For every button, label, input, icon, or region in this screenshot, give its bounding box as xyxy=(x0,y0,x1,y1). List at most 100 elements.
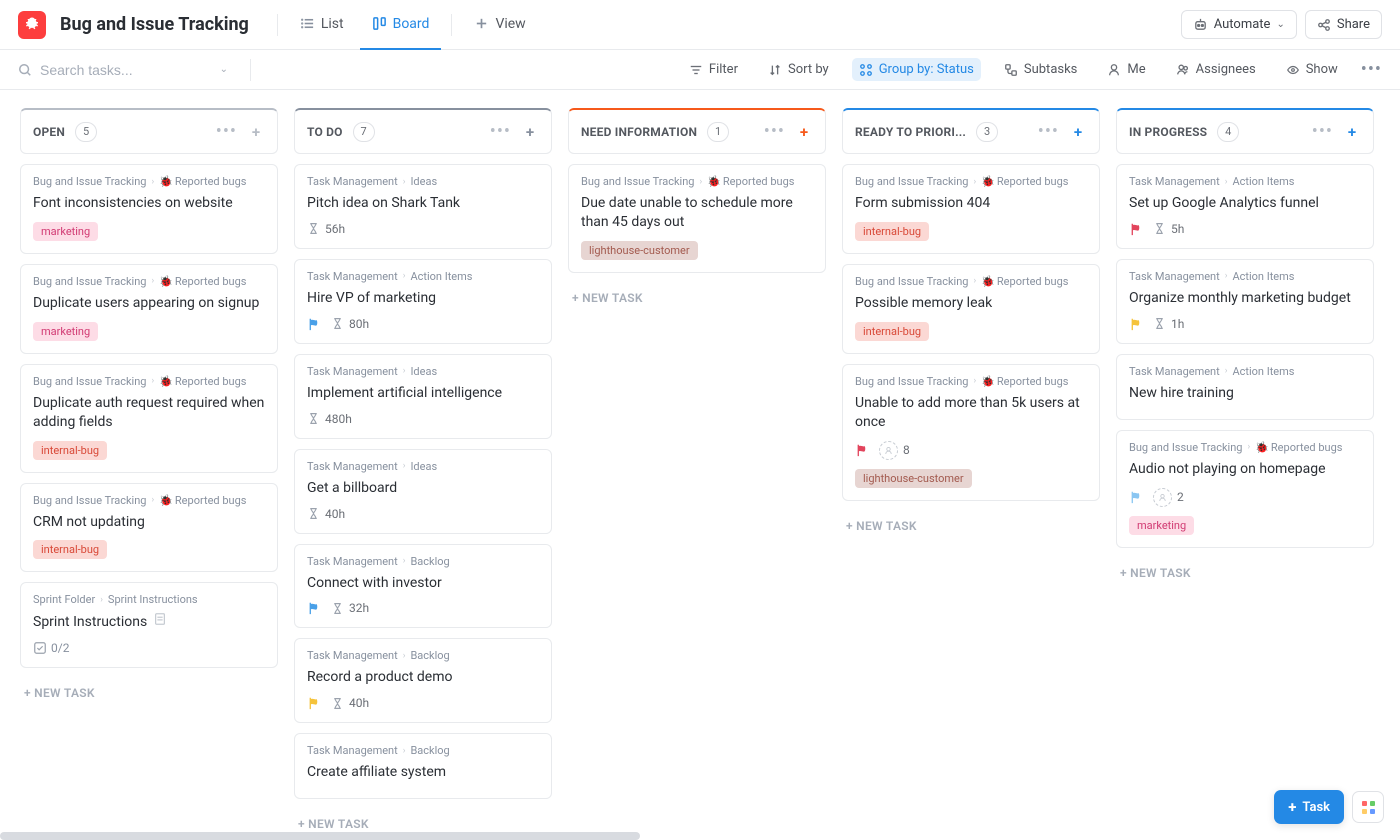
column-more-menu[interactable]: ••• xyxy=(1038,121,1059,142)
new-task-button[interactable]: + NEW TASK xyxy=(568,283,826,313)
assignee-count: 8 xyxy=(879,441,910,460)
search-input[interactable] xyxy=(40,62,210,78)
column-add-button[interactable]: + xyxy=(1069,123,1087,141)
chevron-down-icon: ⌄ xyxy=(1276,19,1284,30)
hourglass-icon xyxy=(1153,317,1166,330)
subtasks-icon xyxy=(1004,63,1018,77)
breadcrumb: Task Management›Action Items xyxy=(1129,270,1361,283)
new-task-button[interactable]: + NEW TASK xyxy=(1116,558,1374,588)
more-menu[interactable]: ••• xyxy=(1361,59,1382,80)
sortby-label: Sort by xyxy=(788,62,829,77)
column-add-button[interactable]: + xyxy=(795,123,813,141)
plus-icon: + xyxy=(1288,798,1296,816)
card-title: Audio not playing on homepage xyxy=(1129,460,1361,479)
card-title: Connect with investor xyxy=(307,574,539,593)
task-card[interactable]: Bug and Issue Tracking›🐞Reported bugs Aud… xyxy=(1116,430,1374,548)
page-title: Bug and Issue Tracking xyxy=(60,14,249,35)
column-header: OPEN5•••+ xyxy=(20,108,278,154)
filter-icon xyxy=(689,63,703,77)
card-title: Set up Google Analytics funnel xyxy=(1129,194,1361,213)
column-title: TO DO xyxy=(307,125,343,139)
task-card[interactable]: Sprint Folder›Sprint InstructionsSprint … xyxy=(20,582,278,668)
board-icon xyxy=(372,16,387,31)
task-card[interactable]: Task Management›BacklogCreate affiliate … xyxy=(294,733,552,799)
show-button[interactable]: Show xyxy=(1279,58,1345,81)
tag-marketing: marketing xyxy=(33,322,98,341)
new-task-button[interactable]: + NEW TASK xyxy=(842,511,1100,541)
task-card[interactable]: Bug and Issue Tracking›🐞Reported bugsDup… xyxy=(20,364,278,473)
task-card[interactable]: Task Management›IdeasGet a billboard40h xyxy=(294,449,552,534)
time-estimate: 32h xyxy=(331,601,369,615)
assignees-button[interactable]: Assignees xyxy=(1169,58,1263,81)
hourglass-icon xyxy=(307,222,320,235)
sortby-button[interactable]: Sort by xyxy=(761,58,836,81)
tab-add-view[interactable]: View xyxy=(462,0,537,50)
breadcrumb: Bug and Issue Tracking›🐞Reported bugs xyxy=(855,175,1087,188)
breadcrumb: Bug and Issue Tracking›🐞Reported bugs xyxy=(855,275,1087,288)
scrollbar-horizontal[interactable] xyxy=(0,832,640,840)
task-card[interactable]: Task Management›Action ItemsNew hire tra… xyxy=(1116,354,1374,420)
breadcrumb: Bug and Issue Tracking›🐞Reported bugs xyxy=(33,375,265,388)
column-header: READY TO PRIORI...3•••+ xyxy=(842,108,1100,154)
column-more-menu[interactable]: ••• xyxy=(216,121,237,142)
breadcrumb: Bug and Issue Tracking›🐞Reported bugs xyxy=(33,275,265,288)
share-button[interactable]: Share xyxy=(1305,10,1382,39)
search-wrap: ⌄ xyxy=(18,62,228,78)
tag-internal-bug: internal-bug xyxy=(855,322,929,341)
task-card[interactable]: Bug and Issue Tracking›🐞Reported bugs Dup… xyxy=(20,264,278,354)
task-card[interactable]: Bug and Issue Tracking›🐞Reported bugsDue… xyxy=(568,164,826,273)
task-card[interactable]: Task Management›Action ItemsOrganize mon… xyxy=(1116,259,1374,344)
filter-button[interactable]: Filter xyxy=(682,58,745,81)
plus-icon xyxy=(474,16,489,31)
tab-list[interactable]: List xyxy=(288,0,356,50)
column-more-menu[interactable]: ••• xyxy=(764,121,785,142)
subtasks-button[interactable]: Subtasks xyxy=(997,58,1085,81)
column-add-button[interactable]: + xyxy=(521,123,539,141)
time-estimate: 80h xyxy=(331,317,369,331)
priority-flag-icon xyxy=(307,317,321,331)
new-task-button[interactable]: + NEW TASK xyxy=(20,678,278,708)
tab-board[interactable]: Board xyxy=(360,0,442,50)
task-card[interactable]: Bug and Issue Tracking›🐞Reported bugsCRM… xyxy=(20,483,278,573)
group-icon xyxy=(859,63,873,77)
task-card[interactable]: Task Management›BacklogConnect with inve… xyxy=(294,544,552,629)
task-card[interactable]: Task Management›Action ItemsSet up Googl… xyxy=(1116,164,1374,249)
column-add-button[interactable]: + xyxy=(1343,123,1361,141)
automate-label: Automate xyxy=(1214,17,1271,32)
tag-marketing: marketing xyxy=(1129,516,1194,535)
divider xyxy=(451,14,452,36)
breadcrumb: Bug and Issue Tracking›🐞Reported bugs xyxy=(855,375,1087,388)
tab-list-label: List xyxy=(321,16,344,32)
hourglass-icon xyxy=(331,317,344,330)
column-more-menu[interactable]: ••• xyxy=(490,121,511,142)
column-header: IN PROGRESS4•••+ xyxy=(1116,108,1374,154)
task-card[interactable]: Bug and Issue Tracking›🐞Reported bugsUna… xyxy=(842,364,1100,501)
card-title: Font inconsistencies on website xyxy=(33,194,265,213)
new-task-fab[interactable]: + Task xyxy=(1274,790,1344,824)
column-count: 3 xyxy=(976,122,998,142)
priority-flag-icon xyxy=(1129,222,1143,236)
priority-flag-icon xyxy=(307,601,321,615)
me-button[interactable]: Me xyxy=(1100,58,1152,81)
task-card[interactable]: Task Management›IdeasPitch idea on Shark… xyxy=(294,164,552,249)
apps-button[interactable] xyxy=(1352,791,1384,823)
breadcrumb: Bug and Issue Tracking›🐞Reported bugs xyxy=(1129,441,1361,454)
column-add-button[interactable]: + xyxy=(247,123,265,141)
task-card[interactable]: Bug and Issue Tracking›🐞Reported bugsPos… xyxy=(842,264,1100,354)
task-card[interactable]: Bug and Issue Tracking›🐞Reported bugsFor… xyxy=(842,164,1100,254)
app-icon xyxy=(18,11,46,39)
task-card[interactable]: Task Management›BacklogRecord a product … xyxy=(294,638,552,723)
groupby-button[interactable]: Group by: Status xyxy=(852,58,981,81)
column-more-menu[interactable]: ••• xyxy=(1312,121,1333,142)
robot-icon xyxy=(1193,17,1208,32)
card-title: Duplicate users appearing on signup xyxy=(33,294,265,313)
chevron-down-icon[interactable]: ⌄ xyxy=(220,64,228,75)
task-card[interactable]: Task Management›IdeasImplement artificia… xyxy=(294,354,552,439)
automate-button[interactable]: Automate ⌄ xyxy=(1181,10,1297,39)
assignees-label: Assignees xyxy=(1196,62,1256,77)
tag-marketing: marketing xyxy=(33,222,98,241)
people-icon xyxy=(1176,63,1190,77)
task-card[interactable]: Bug and Issue Tracking›🐞Reported bugsFon… xyxy=(20,164,278,254)
task-card[interactable]: Task Management›Action ItemsHire VP of m… xyxy=(294,259,552,344)
card-title: Sprint Instructions xyxy=(33,612,265,632)
